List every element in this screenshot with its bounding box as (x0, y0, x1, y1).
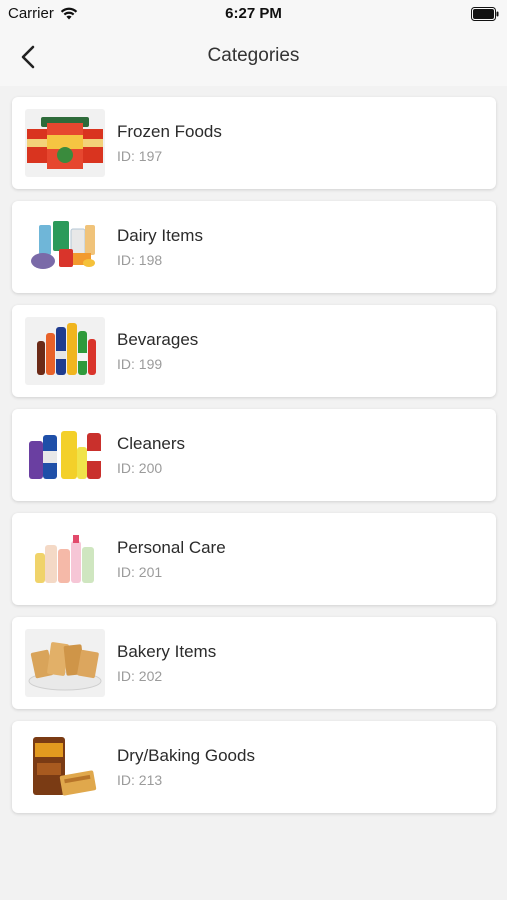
category-card-bakery-items[interactable]: Bakery Items ID: 202 (12, 617, 496, 709)
navigation-bar: Categories (0, 28, 507, 86)
category-name: Dry/Baking Goods (117, 746, 255, 765)
category-card-dairy-items[interactable]: Dairy Items ID: 198 (12, 201, 496, 293)
frozen-foods-thumbnail (25, 109, 105, 177)
category-id: ID: 199 (117, 356, 163, 372)
dry-baking-goods-thumbnail (25, 733, 105, 801)
category-card-cleaners[interactable]: Cleaners ID: 200 (12, 409, 496, 501)
category-name: Dairy Items (117, 226, 203, 245)
category-name: Cleaners (117, 434, 186, 453)
status-bar: Carrier 6:27 PM (0, 0, 507, 28)
page-title: Categories (207, 45, 300, 66)
category-id: ID: 201 (117, 564, 163, 580)
category-card-frozen-foods[interactable]: Frozen Foods ID: 197 (12, 97, 496, 189)
category-id: ID: 198 (117, 252, 163, 268)
category-id: ID: 197 (117, 148, 163, 164)
category-id: ID: 202 (117, 668, 163, 684)
status-time: 6:27 PM (225, 5, 282, 22)
category-card-personal-care[interactable]: Personal Care ID: 201 (12, 513, 496, 605)
category-id: ID: 200 (117, 460, 163, 476)
bevarages-thumbnail (25, 317, 105, 385)
category-name: Bakery Items (117, 642, 217, 661)
battery-icon (471, 7, 499, 21)
dairy-items-thumbnail (25, 213, 105, 281)
category-card-dry-baking-goods[interactable]: Dry/Baking Goods ID: 213 (12, 721, 496, 813)
cleaners-thumbnail (25, 421, 105, 489)
category-card-bevarages[interactable]: Bevarages ID: 199 (12, 305, 496, 397)
bakery-items-thumbnail (25, 629, 105, 697)
category-list: Frozen Foods ID: 197 Dairy Items ID: 198 (12, 97, 496, 825)
category-name: Frozen Foods (117, 122, 222, 141)
category-name: Personal Care (117, 538, 226, 557)
personal-care-thumbnail (25, 525, 105, 593)
category-id: ID: 213 (117, 772, 163, 788)
category-name: Bevarages (117, 330, 199, 349)
